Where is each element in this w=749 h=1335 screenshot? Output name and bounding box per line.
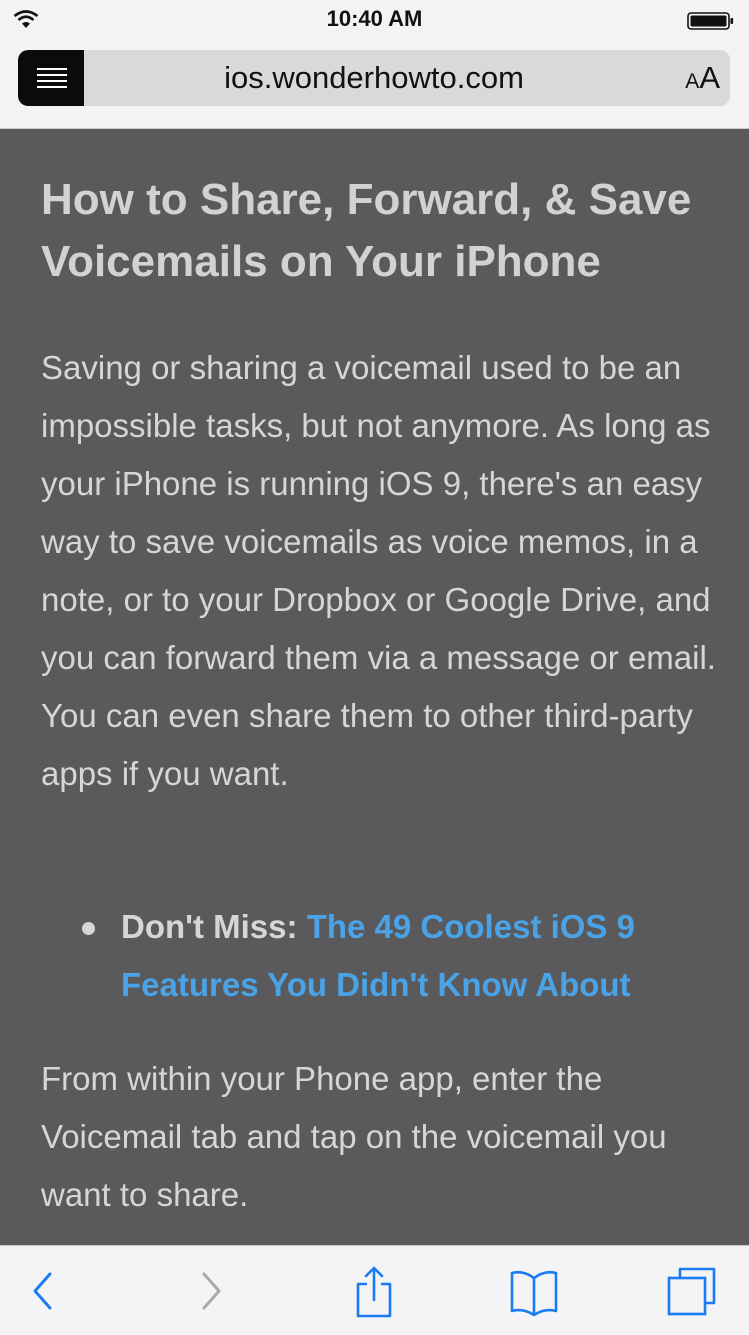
browser-header: ios.wonderhowto.com AA xyxy=(0,40,749,129)
address-bar[interactable]: ios.wonderhowto.com AA xyxy=(18,50,730,106)
text-size-button[interactable]: AA xyxy=(685,50,720,106)
share-button[interactable] xyxy=(347,1264,401,1318)
tabs-button[interactable] xyxy=(664,1264,718,1318)
text-size-small-label: A xyxy=(685,70,700,93)
status-bar: 10:40 AM xyxy=(0,0,749,40)
article-paragraph: From within your Phone app, enter the Vo… xyxy=(41,1060,667,1213)
bookmarks-button[interactable] xyxy=(507,1264,561,1318)
url-text[interactable]: ios.wonderhowto.com xyxy=(84,50,664,106)
article-paragraph: Saving or sharing a voicemail used to be… xyxy=(41,349,716,792)
forward-button[interactable] xyxy=(184,1264,238,1318)
text-size-large-label: A xyxy=(699,60,720,95)
article-title: How to Share, Forward, & Save Voicemails… xyxy=(41,175,692,286)
bullet-dot xyxy=(82,922,95,935)
back-icon xyxy=(33,1272,52,1310)
forward-icon xyxy=(202,1272,221,1310)
dont-miss-item: Don't Miss: The 49 Coolest iOS 9 Feature… xyxy=(121,898,701,1014)
bookmarks-icon xyxy=(510,1270,558,1317)
battery-icon xyxy=(687,12,734,30)
reader-article[interactable]: How to Share, Forward, & Save Voicemails… xyxy=(0,129,749,1245)
back-button[interactable] xyxy=(16,1264,70,1318)
dont-miss-label: Don't Miss: xyxy=(121,908,307,945)
bottom-toolbar xyxy=(0,1245,749,1335)
reader-icon xyxy=(37,68,67,70)
tabs-icon xyxy=(667,1267,716,1316)
reader-mode-button[interactable] xyxy=(18,50,84,106)
share-icon xyxy=(356,1266,392,1318)
status-time: 10:40 AM xyxy=(326,6,423,31)
